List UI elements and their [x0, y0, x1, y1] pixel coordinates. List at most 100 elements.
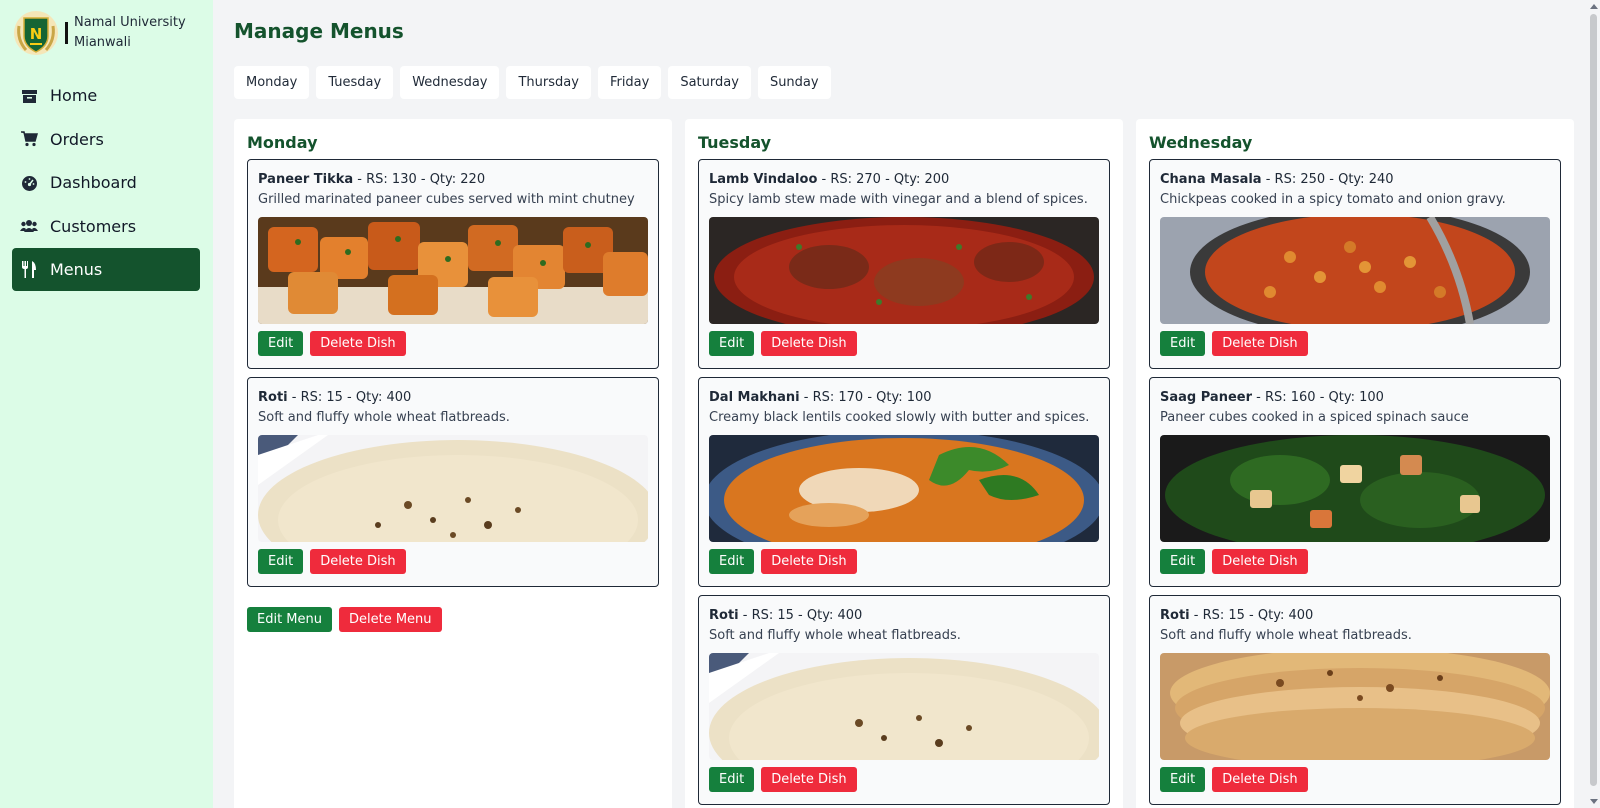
- sidebar-item-menus[interactable]: Menus: [12, 248, 200, 291]
- dish-actions: Edit Delete Dish: [258, 549, 648, 574]
- page-scrollbar[interactable]: [1587, 0, 1600, 808]
- edit-dish-button[interactable]: Edit: [258, 549, 304, 574]
- brand-divider: [65, 22, 68, 44]
- delete-dish-button[interactable]: Delete Dish: [761, 549, 857, 574]
- tab-saturday[interactable]: Saturday: [668, 66, 751, 99]
- sidebar-item-label: Home: [50, 86, 98, 105]
- dish-meta: - RS: 270 - Qty: 200: [817, 172, 950, 187]
- delete-dish-button[interactable]: Delete Dish: [761, 331, 857, 356]
- dish-card: Roti - RS: 15 - Qty: 400 Soft and fluffy…: [698, 595, 1110, 805]
- dish-card: Paneer Tikka - RS: 130 - Qty: 220 Grille…: [247, 159, 659, 369]
- dish-header: Roti - RS: 15 - Qty: 400: [258, 388, 648, 408]
- saag-paneer-photo: [1160, 435, 1550, 542]
- dish-meta: - RS: 250 - Qty: 240: [1261, 172, 1394, 187]
- main-content: Manage Menus Monday Tuesday Wednesday Th…: [213, 0, 1587, 808]
- brand-name: Namal University Mianwali: [74, 13, 194, 53]
- tab-sunday[interactable]: Sunday: [757, 66, 831, 99]
- lamb-vindaloo-photo: [709, 217, 1099, 324]
- menu-column-tuesday: Tuesday Lamb Vindaloo - RS: 270 - Qty: 2…: [685, 119, 1123, 808]
- scroll-up-arrow-icon[interactable]: [1590, 4, 1598, 9]
- gauge-icon: [20, 174, 38, 192]
- edit-dish-button[interactable]: Edit: [1160, 767, 1206, 792]
- delete-dish-button[interactable]: Delete Dish: [310, 549, 406, 574]
- delete-dish-button[interactable]: Delete Dish: [761, 767, 857, 792]
- dish-header: Roti - RS: 15 - Qty: 400: [1160, 606, 1550, 626]
- edit-dish-button[interactable]: Edit: [709, 331, 755, 356]
- dish-header: Chana Masala - RS: 250 - Qty: 240: [1160, 170, 1550, 190]
- cart-icon: [20, 130, 38, 148]
- day-tabs: Monday Tuesday Wednesday Thursday Friday…: [234, 66, 831, 99]
- dish-name: Roti: [709, 608, 739, 623]
- dish-actions: Edit Delete Dish: [1160, 549, 1550, 574]
- brand[interactable]: N Namal University Mianwali: [12, 10, 194, 56]
- dish-description: Grilled marinated paneer cubes served wi…: [258, 192, 635, 207]
- column-title: Wednesday: [1149, 133, 1253, 152]
- sidebar: N Namal University Mianwali Home Orders …: [0, 0, 213, 808]
- dish-actions: Edit Delete Dish: [258, 331, 648, 356]
- dish-card: Roti - RS: 15 - Qty: 400 Soft and fluffy…: [1149, 595, 1561, 805]
- dish-name: Dal Makhani: [709, 390, 800, 405]
- page-title: Manage Menus: [234, 19, 404, 43]
- sidebar-item-label: Orders: [50, 129, 104, 149]
- dish-name: Paneer Tikka: [258, 172, 354, 187]
- tab-wednesday[interactable]: Wednesday: [400, 66, 500, 99]
- sidebar-item-orders[interactable]: Orders: [12, 118, 200, 161]
- dish-header: Dal Makhani - RS: 170 - Qty: 100: [709, 388, 1099, 408]
- dish-actions: Edit Delete Dish: [709, 549, 1099, 574]
- dish-name: Roti: [1160, 608, 1190, 623]
- dish-card: Dal Makhani - RS: 170 - Qty: 100 Creamy …: [698, 377, 1110, 587]
- sidebar-item-label: Customers: [50, 216, 137, 236]
- dish-description: Spicy lamb stew made with vinegar and a …: [709, 192, 1088, 207]
- dish-actions: Edit Delete Dish: [1160, 331, 1550, 356]
- edit-menu-button[interactable]: Edit Menu: [247, 607, 332, 632]
- dish-meta: - RS: 160 - Qty: 100: [1252, 390, 1384, 405]
- roti-photo: [258, 435, 648, 542]
- paneer-tikka-photo: [258, 217, 648, 324]
- dish-actions: Edit Delete Dish: [1160, 767, 1550, 792]
- tab-friday[interactable]: Friday: [597, 66, 662, 99]
- menu-column-wednesday: Wednesday Chana Masala - RS: 250 - Qty: …: [1136, 119, 1574, 808]
- delete-dish-button[interactable]: Delete Dish: [1212, 549, 1308, 574]
- delete-dish-button[interactable]: Delete Dish: [310, 331, 406, 356]
- menu-column-monday: Monday Paneer Tikka - RS: 130 - Qty: 220…: [234, 119, 672, 808]
- dish-meta: - RS: 15 - Qty: 400: [738, 608, 863, 623]
- dish-header: Saag Paneer - RS: 160 - Qty: 100: [1160, 388, 1550, 408]
- dish-meta: - RS: 130 - Qty: 220: [353, 172, 486, 187]
- dish-card: Saag Paneer - RS: 160 - Qty: 100 Paneer …: [1149, 377, 1561, 587]
- scroll-down-arrow-icon[interactable]: [1590, 799, 1598, 804]
- brand-name-line1: Namal University: [74, 15, 186, 30]
- delete-dish-button[interactable]: Delete Dish: [1212, 331, 1308, 356]
- dish-header: Roti - RS: 15 - Qty: 400: [709, 606, 1099, 626]
- dish-card: Roti - RS: 15 - Qty: 400 Soft and fluffy…: [247, 377, 659, 587]
- dish-meta: - RS: 170 - Qty: 100: [799, 390, 932, 405]
- dish-card: Chana Masala - RS: 250 - Qty: 240 Chickp…: [1149, 159, 1561, 369]
- edit-dish-button[interactable]: Edit: [258, 331, 304, 356]
- scroll-thumb[interactable]: [1590, 14, 1597, 786]
- delete-menu-button[interactable]: Delete Menu: [339, 607, 442, 632]
- delete-dish-button[interactable]: Delete Dish: [1212, 767, 1308, 792]
- dish-name: Roti: [258, 390, 288, 405]
- column-title: Tuesday: [698, 133, 772, 152]
- edit-dish-button[interactable]: Edit: [709, 549, 755, 574]
- dish-meta: - RS: 15 - Qty: 400: [287, 390, 412, 405]
- edit-dish-button[interactable]: Edit: [1160, 549, 1206, 574]
- column-title: Monday: [247, 133, 318, 152]
- dish-header: Lamb Vindaloo - RS: 270 - Qty: 200: [709, 170, 1099, 190]
- dish-description: Soft and fluffy whole wheat flatbreads.: [709, 628, 961, 643]
- roti-stack-photo: [1160, 653, 1550, 760]
- dish-actions: Edit Delete Dish: [709, 767, 1099, 792]
- university-logo: N: [14, 11, 58, 55]
- sidebar-item-home[interactable]: Home: [12, 74, 200, 117]
- dish-description: Paneer cubes cooked in a spiced spinach …: [1160, 410, 1469, 425]
- sidebar-item-dashboard[interactable]: Dashboard: [12, 161, 200, 204]
- edit-dish-button[interactable]: Edit: [1160, 331, 1206, 356]
- sidebar-item-customers[interactable]: Customers: [12, 205, 200, 248]
- sidebar-nav: Home Orders Dashboard Customers Menus: [12, 74, 200, 292]
- tab-thursday[interactable]: Thursday: [506, 66, 591, 99]
- edit-dish-button[interactable]: Edit: [709, 767, 755, 792]
- dish-header: Paneer Tikka - RS: 130 - Qty: 220: [258, 170, 648, 190]
- tab-monday[interactable]: Monday: [234, 66, 310, 99]
- dish-description: Soft and fluffy whole wheat flatbreads.: [1160, 628, 1412, 643]
- svg-text:N: N: [30, 25, 43, 43]
- tab-tuesday[interactable]: Tuesday: [316, 66, 394, 99]
